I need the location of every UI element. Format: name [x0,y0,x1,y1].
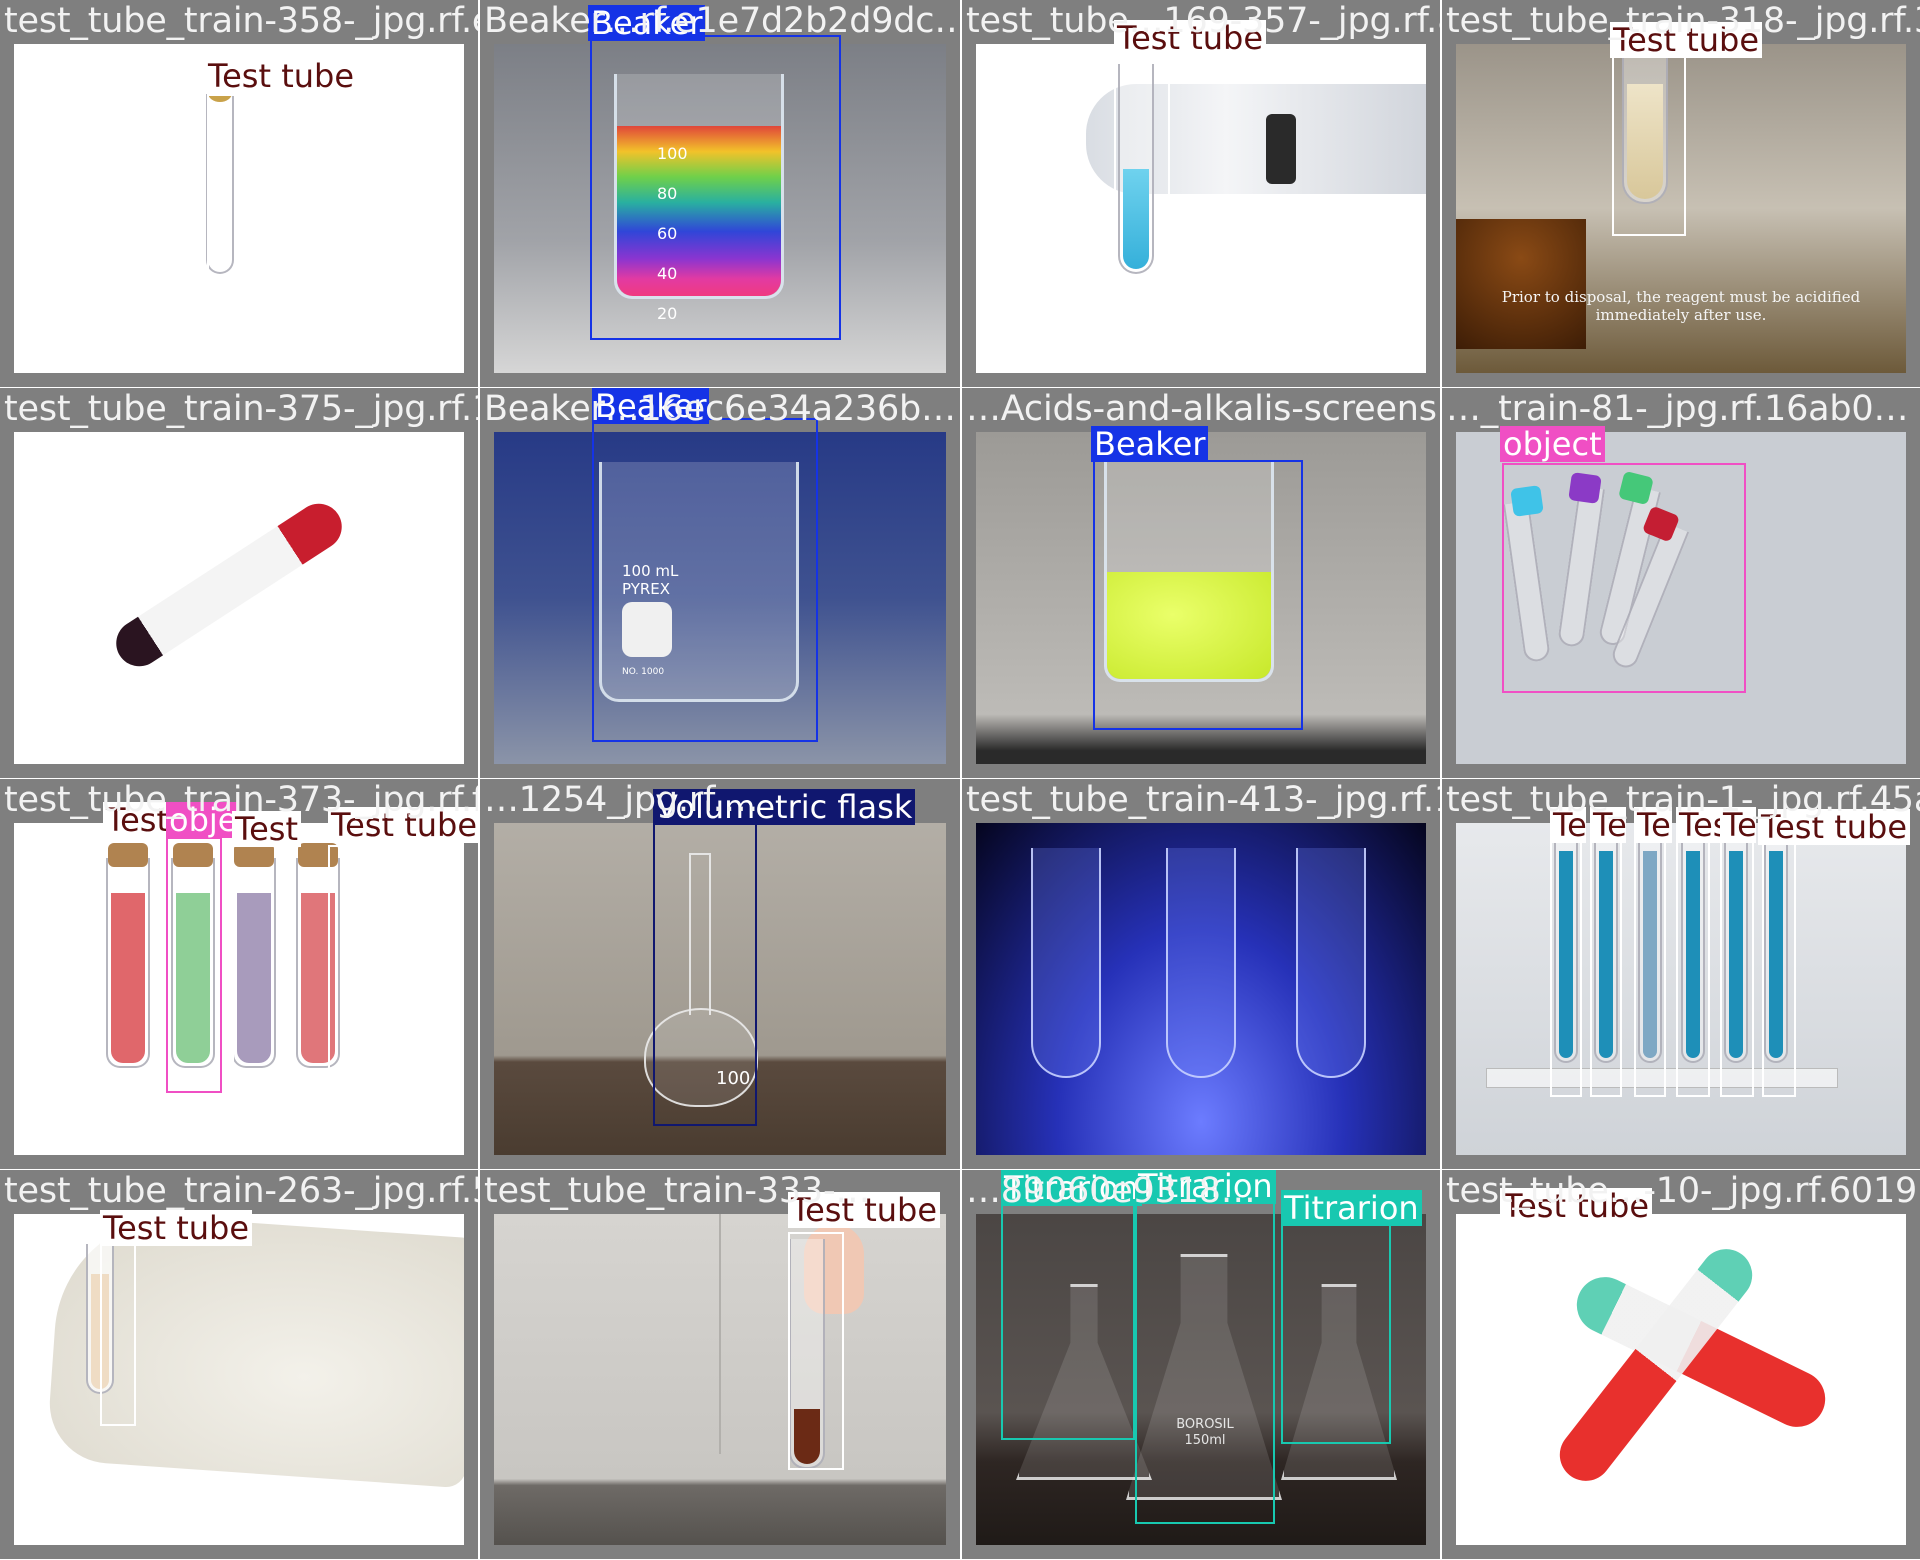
tile-filename: test_tube_train-1-_jpg.rf.45aa4f [1446,780,1920,820]
bbox-test-tube [1550,841,1582,1097]
bbox-titrarion [1281,1206,1391,1444]
mosaic-tile[interactable]: Beaker…rf.e1e7d2b2d9dc… 100 80 60 40 20 … [480,0,960,387]
bbox-beaker [1093,460,1303,730]
bbox-test-tube [103,837,157,1093]
bbox-label: Test tube [205,58,358,94]
tile-filename: …89060e9318… [966,1171,1256,1211]
tile-filename: test_tube_train-413-_jpg.rf.12a5… [966,780,1440,820]
bbox-label: object [1500,426,1605,462]
mosaic-tile[interactable]: test_tube_train-1-_jpg.rf.45aa4f Te Te T… [1442,779,1920,1169]
test-tube [1031,848,1101,1078]
mosaic-tile[interactable]: test_tube_train-333-… Test tube [480,1170,960,1559]
bbox-test-tube [1720,841,1754,1097]
tile-image [976,44,1426,373]
bbox-test-tube [1612,50,1686,236]
brown-bottle [1456,219,1586,349]
tile-filename: Beaker…rf.e1e7d2b2d9dc… [484,1,960,41]
tile-filename: test_tube_train-358-_jpg.rf.ebc6… [4,1,478,41]
bbox-object [166,837,222,1093]
mosaic-tile[interactable]: …1254_jpg.rf.… 100 Volumetric flask [480,779,960,1169]
bbox-test-tube [100,1244,136,1426]
bbox-test-tube [1590,841,1622,1097]
mosaic-tile[interactable]: …_train-81-_jpg.rf.16ab0… object [1442,388,1920,778]
bbox-titrarion [1001,1190,1135,1440]
mosaic-tile[interactable]: test_tube_train-373-_jpg.rf.f9f65… Test … [0,779,478,1169]
bbox-test-tube [207,94,253,330]
blood-collection-tube [107,494,351,676]
bbox-test-tube [788,1232,844,1470]
test-tube [1166,848,1236,1078]
mosaic-tile[interactable]: test_tube_train-413-_jpg.rf.12a5… [962,779,1440,1169]
tile-filename: Beaker…16ec6e34a236b… [484,389,956,429]
mosaic-tile[interactable]: …89060e9318… BOROSIL 150ml Titrarion Tit… [962,1170,1440,1559]
video-caption-line: Prior to disposal, the reagent must be a… [1501,288,1861,306]
bbox-label: Titrarion [1281,1190,1422,1226]
bbox-test-tube [1114,62,1170,338]
tile-image [494,1214,946,1545]
test-tube [1296,848,1366,1078]
tile-image [14,1214,464,1545]
mosaic-tile[interactable]: test_tube_train-358-_jpg.rf.ebc6… Test t… [0,0,478,387]
bbox-test-tube [1676,841,1710,1097]
tile-image [976,823,1426,1155]
bbox-beaker [590,35,841,340]
tile-filename: test_tube…169-357-_jpg.rf.84e9… [966,1,1440,41]
detection-mosaic-grid: test_tube_train-358-_jpg.rf.ebc6… Test t… [0,0,1920,1560]
mosaic-tile[interactable]: test_tube…-10-_jpg.rf.6019… Test tube [1442,1170,1920,1559]
mosaic-tile[interactable]: test_tube_train-375-_jpg.rf.17d3… [0,388,478,778]
tile-filename: test_tube_train-263-_jpg.rf.57c2… [4,1171,478,1211]
bbox-test-tube [1634,841,1666,1097]
bbox-object [1502,463,1746,693]
tile-filename: test_tube_train-318-_jpg.rf.31b8… [1446,1,1920,41]
bbox-volumetric-flask [653,821,757,1126]
wall-tile-seam [719,1214,721,1454]
bbox-label: Test tube [100,1210,253,1246]
video-caption-line: immediately after use. [1595,306,1767,324]
tile-filename: test_tube_train-373-_jpg.rf.f9f65… [4,780,478,820]
tile-filename: …1254_jpg.rf.… [484,780,759,820]
bbox-test-tube [1500,1224,1830,1538]
bbox-beaker [592,418,818,742]
robot-wrist [1266,114,1296,184]
mosaic-tile[interactable]: test_tube_train-263-_jpg.rf.57c2… Test t… [0,1170,478,1559]
bbox-test-tube [232,845,282,1093]
bbox-titrarion [1135,1188,1275,1524]
mosaic-tile[interactable]: test_tube_train-318-_jpg.rf.31b8… Prior … [1442,0,1920,387]
bbox-test-tube [328,845,384,1093]
tile-filename: test_tube…-10-_jpg.rf.6019… [1446,1171,1920,1211]
bbox-label: Beaker [1091,426,1209,462]
tile-filename: test_tube_train-375-_jpg.rf.17d3… [4,389,478,429]
tile-filename: …_train-81-_jpg.rf.16ab0… [1446,389,1909,429]
mosaic-tile[interactable]: Beaker…16ec6e34a236b… 100 mL PYREX NO. 1… [480,388,960,778]
tile-filename: …Acids-and-alkalis-screenshot… [966,389,1440,429]
bbox-test-tube [1762,841,1796,1097]
tile-filename: test_tube_train-333-… [484,1171,871,1211]
mosaic-tile[interactable]: …Acids-and-alkalis-screenshot… Beaker [962,388,1440,778]
tile-image [14,432,464,764]
mosaic-tile[interactable]: test_tube…169-357-_jpg.rf.84e9… Test tub… [962,0,1440,387]
